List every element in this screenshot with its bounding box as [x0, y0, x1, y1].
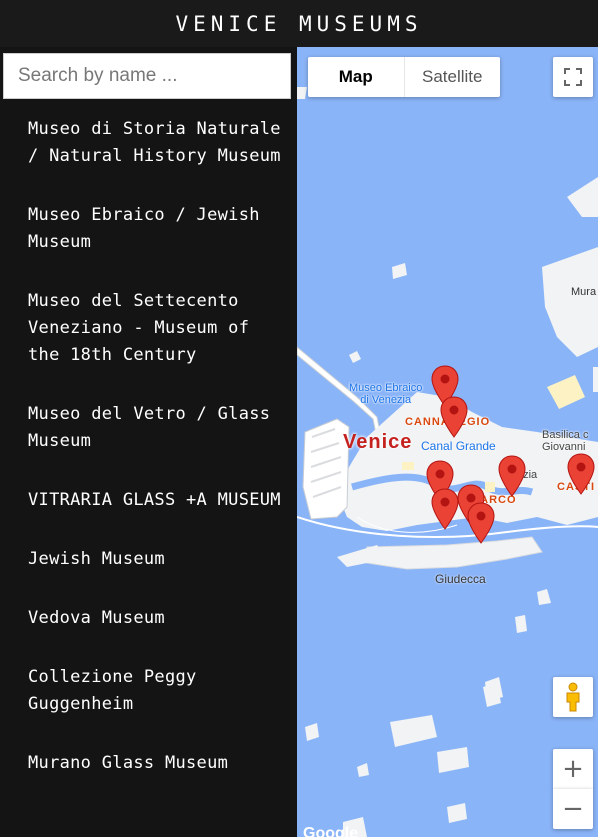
map-label-basilica: Basilica c Giovanni	[542, 429, 588, 453]
list-item[interactable]: Museo Ebraico / Jewish Museum	[0, 197, 297, 256]
street-view-button[interactable]	[553, 677, 593, 717]
list-item[interactable]: Museo del Settecento Veneziano - Museum …	[0, 283, 297, 369]
map-label-venice: Venice	[343, 431, 413, 453]
map-marker[interactable]	[467, 502, 495, 544]
map-label-murano: Mura	[571, 286, 597, 298]
map-type-satellite-button[interactable]: Satellite	[405, 57, 501, 97]
zoom-out-icon: −	[562, 794, 584, 824]
map-label-giudecca: Giudecca	[435, 572, 486, 586]
map-marker[interactable]	[498, 455, 526, 497]
list-item[interactable]: Jewish Museum	[0, 541, 297, 573]
fullscreen-button[interactable]	[553, 57, 593, 97]
pegman-icon	[566, 682, 580, 712]
app-title: VENICE MUSEUMS	[175, 11, 423, 36]
sidebar: Museo di Storia Naturale / Natural Histo…	[0, 47, 297, 837]
map-marker[interactable]	[567, 453, 595, 495]
map-label-canal-grande: Canal Grande	[421, 439, 496, 453]
museum-list: Museo di Storia Naturale / Natural Histo…	[0, 111, 297, 804]
list-item[interactable]: Vedova Museum	[0, 600, 297, 632]
map-type-control: Map Satellite	[308, 57, 500, 97]
zoom-out-button[interactable]: −	[553, 789, 593, 829]
zoom-in-icon: +	[562, 754, 584, 784]
search-input[interactable]	[3, 53, 291, 99]
map-marker[interactable]	[431, 488, 459, 530]
map-type-map-button[interactable]: Map	[308, 57, 405, 97]
list-item[interactable]: Collezione Peggy Guggenheim	[0, 659, 297, 718]
map-marker[interactable]	[440, 396, 468, 438]
map-label-museo-ebraico-text: Museo Ebraico di Venezia	[349, 382, 423, 406]
list-item[interactable]: Museo del Vetro / Glass Museum	[0, 396, 297, 455]
list-item[interactable]: VITRARIA GLASS +A MUSEUM	[0, 482, 297, 514]
fullscreen-icon	[564, 68, 582, 86]
app-header: VENICE MUSEUMS	[0, 0, 598, 47]
list-item[interactable]: Museo di Storia Naturale / Natural Histo…	[0, 111, 297, 170]
map-view[interactable]: Map Satellite Mura Museo Ebraico di Vene…	[297, 47, 598, 837]
list-item[interactable]: Murano Glass Museum	[0, 745, 297, 777]
zoom-in-button[interactable]: +	[553, 749, 593, 789]
map-label-museo-ebraico: Museo Ebraico di Venezia	[349, 382, 422, 406]
google-logo: Google	[303, 825, 359, 837]
map-label-basilica-text: Basilica c Giovanni	[542, 429, 589, 453]
